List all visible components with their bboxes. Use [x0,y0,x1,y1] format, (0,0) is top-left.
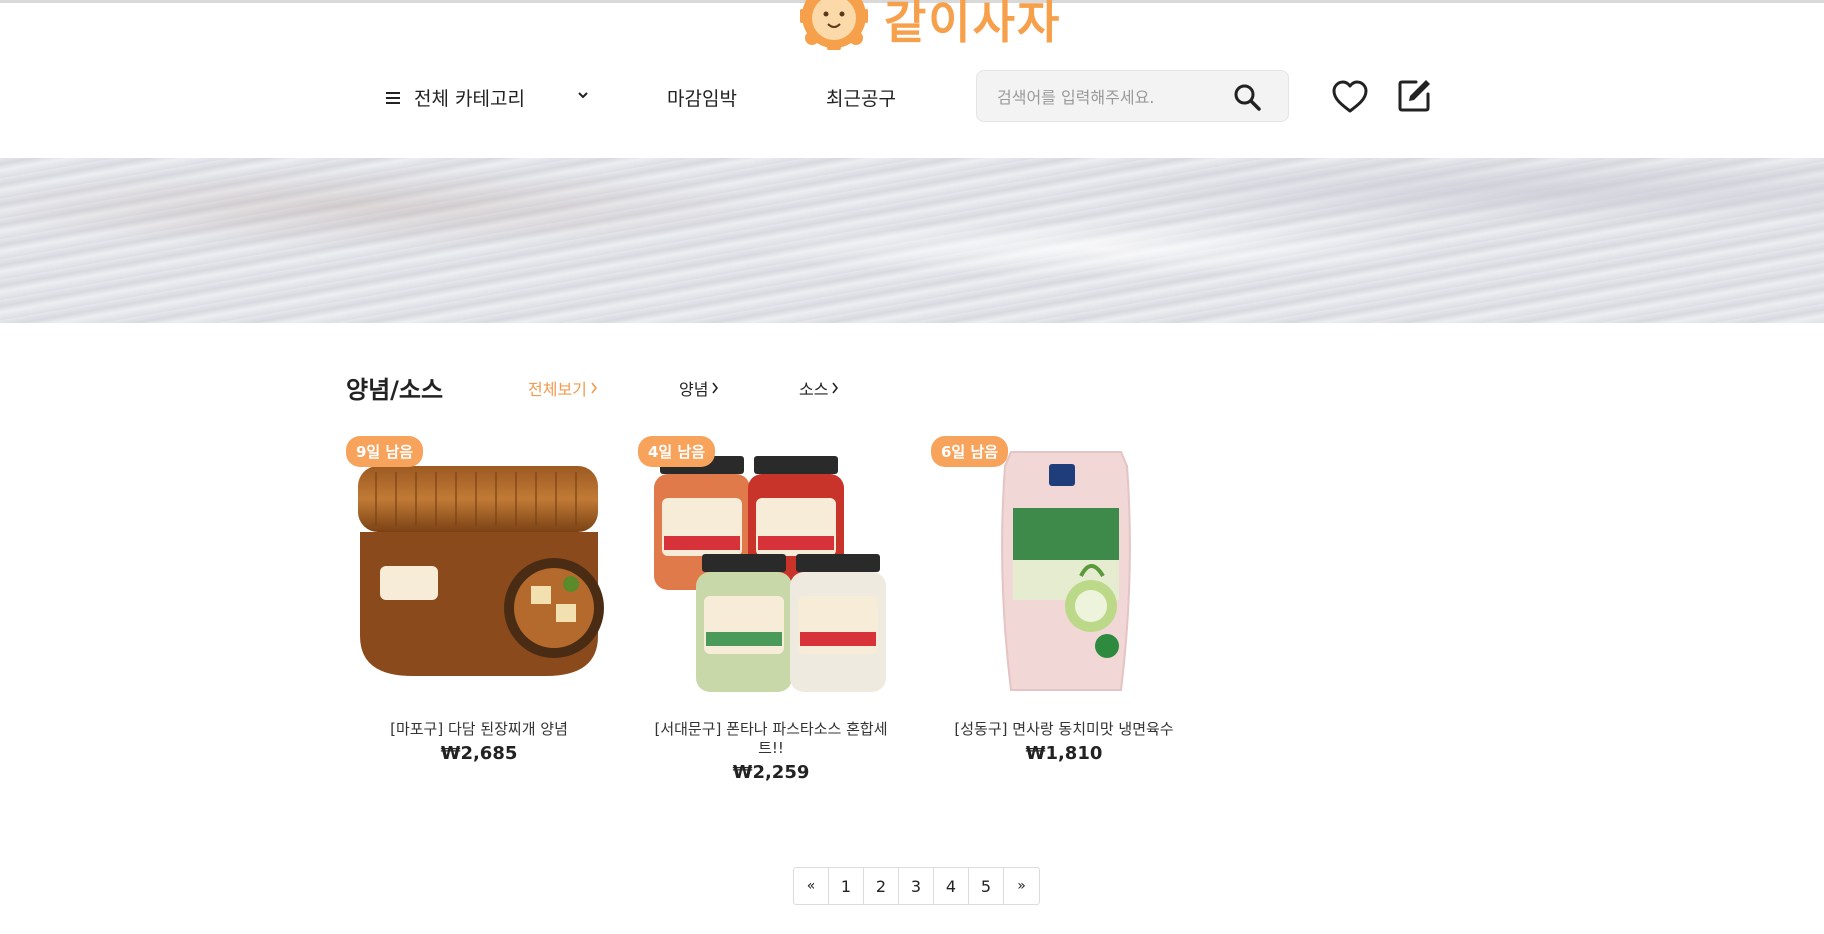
page-button-3[interactable]: 3 [899,868,934,904]
product-price: ₩1,810 [1025,743,1103,764]
site-logo[interactable]: 같이사자 [800,0,1061,52]
page-button-1[interactable]: 1 [829,868,864,904]
chevron-down-icon[interactable] [577,92,589,100]
nav-link-recent[interactable]: 최근공구 [826,84,896,111]
site-logo-text: 같이사자 [884,0,1062,49]
chevron-right-icon [712,382,719,394]
section-title: 양념/소스 [346,376,444,404]
subcategory-sauce[interactable]: 소스 [799,376,839,400]
search-bar [976,70,1289,122]
chevron-right-icon [832,382,839,394]
product-card[interactable]: 6일 남음 [성동구] 면사랑 동치미맛 냉면육수 ₩1,810 [931,436,1197,764]
product-image[interactable]: 6일 남음 [931,436,1197,702]
search-icon[interactable] [1233,83,1261,111]
product-image[interactable]: 4일 남음 [638,436,904,702]
main-nav: 전체 카테고리 마감임박 최근공구 [0,70,1824,126]
product-card[interactable]: 4일 남음 [서대문구] 폰타나 파스타소스 혼합세트!! ₩2,259 [638,436,904,783]
category-menu-button[interactable]: 전체 카테고리 [386,84,525,111]
hero-banner [0,158,1824,323]
subcategory-all[interactable]: 전체보기 [528,376,598,400]
page-last-button[interactable]: » [1004,868,1039,904]
product-name[interactable]: [서대문구] 폰타나 파스타소스 혼합세트!! [638,720,904,758]
product-name[interactable]: [성동구] 면사랑 동치미맛 냉면육수 [931,720,1197,739]
hamburger-icon [386,91,400,104]
page-button-5[interactable]: 5 [969,868,1004,904]
category-menu-label: 전체 카테고리 [414,88,525,110]
subcategory-seasoning-label: 양념 [679,380,709,399]
days-left-badge: 9일 남음 [346,436,424,467]
page-first-button[interactable]: « [794,868,829,904]
days-left-badge: 4일 남음 [638,436,716,467]
edit-icon[interactable] [1396,76,1434,114]
heart-icon[interactable] [1332,80,1368,114]
chevron-right-icon [591,382,597,394]
doenjang-jar-image [358,466,604,676]
search-input[interactable] [995,83,1225,111]
lion-logo-icon [800,0,868,50]
product-price: ₩2,259 [732,762,810,783]
page-button-2[interactable]: 2 [864,868,899,904]
product-image[interactable]: 9일 남음 [346,436,612,702]
product-price: ₩2,685 [440,743,518,764]
naengmyeon-broth-pouch-image [1001,451,1131,691]
pagination: « 1 2 3 4 5 » [793,867,1040,905]
subcategory-seasoning[interactable]: 양념 [679,376,719,400]
days-left-badge: 6일 남음 [931,436,1009,467]
subcategory-all-label: 전체보기 [528,380,587,399]
subcategory-sauce-label: 소스 [799,380,829,399]
product-name[interactable]: [마포구] 다담 된장찌개 양념 [346,720,612,739]
nav-link-deadline[interactable]: 마감임박 [667,84,737,111]
product-card[interactable]: 9일 남음 [마포구] 다담 된장찌개 양념 ₩2,685 [346,436,612,764]
pasta-sauce-jars-image [654,456,886,692]
page-button-4[interactable]: 4 [934,868,969,904]
